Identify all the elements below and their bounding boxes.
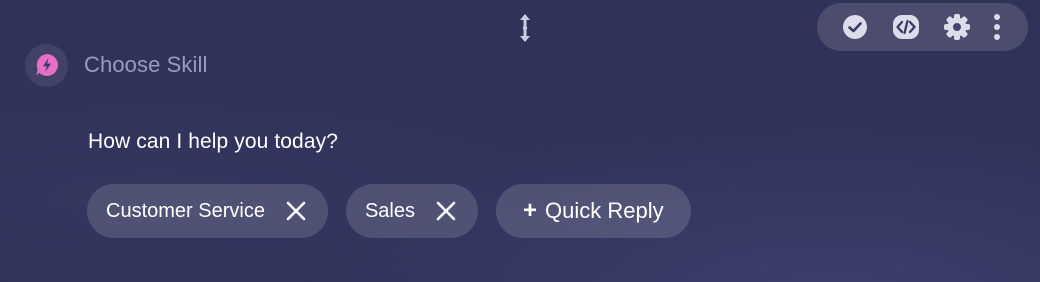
remove-quick-reply-button[interactable] bbox=[283, 198, 309, 224]
quick-reply-label: Customer Service bbox=[106, 199, 265, 222]
close-icon bbox=[436, 201, 456, 221]
more-vertical-icon bbox=[994, 14, 1000, 40]
lightning-chat-icon bbox=[36, 54, 58, 76]
check-circle-icon bbox=[843, 15, 867, 39]
settings-button[interactable] bbox=[937, 3, 977, 51]
quick-reply-chip[interactable]: Customer Service bbox=[87, 184, 328, 238]
remove-quick-reply-button[interactable] bbox=[433, 198, 459, 224]
code-icon bbox=[893, 15, 919, 39]
choose-skill-label: Choose Skill bbox=[84, 52, 208, 77]
close-icon bbox=[286, 201, 306, 221]
complete-button[interactable] bbox=[835, 3, 875, 51]
gear-icon bbox=[944, 14, 970, 40]
add-quick-reply-label: Quick Reply bbox=[544, 198, 664, 223]
plus-icon: + bbox=[522, 197, 537, 224]
add-quick-reply-button[interactable]: + Quick Reply bbox=[495, 184, 691, 238]
resize-vertical-icon bbox=[520, 14, 530, 42]
choose-skill[interactable]: Choose Skill bbox=[25, 43, 208, 87]
code-button[interactable] bbox=[886, 3, 926, 51]
quick-replies: Customer Service Sales + Quick Reply bbox=[87, 184, 691, 238]
quick-reply-chip[interactable]: Sales bbox=[345, 184, 478, 238]
skill-avatar bbox=[25, 43, 68, 87]
bot-message: How can I help you today? bbox=[88, 130, 338, 153]
resize-handle[interactable] bbox=[514, 11, 536, 45]
more-options-button[interactable] bbox=[983, 3, 1011, 51]
quick-reply-label: Sales bbox=[364, 199, 415, 222]
toolbar bbox=[817, 3, 1028, 51]
